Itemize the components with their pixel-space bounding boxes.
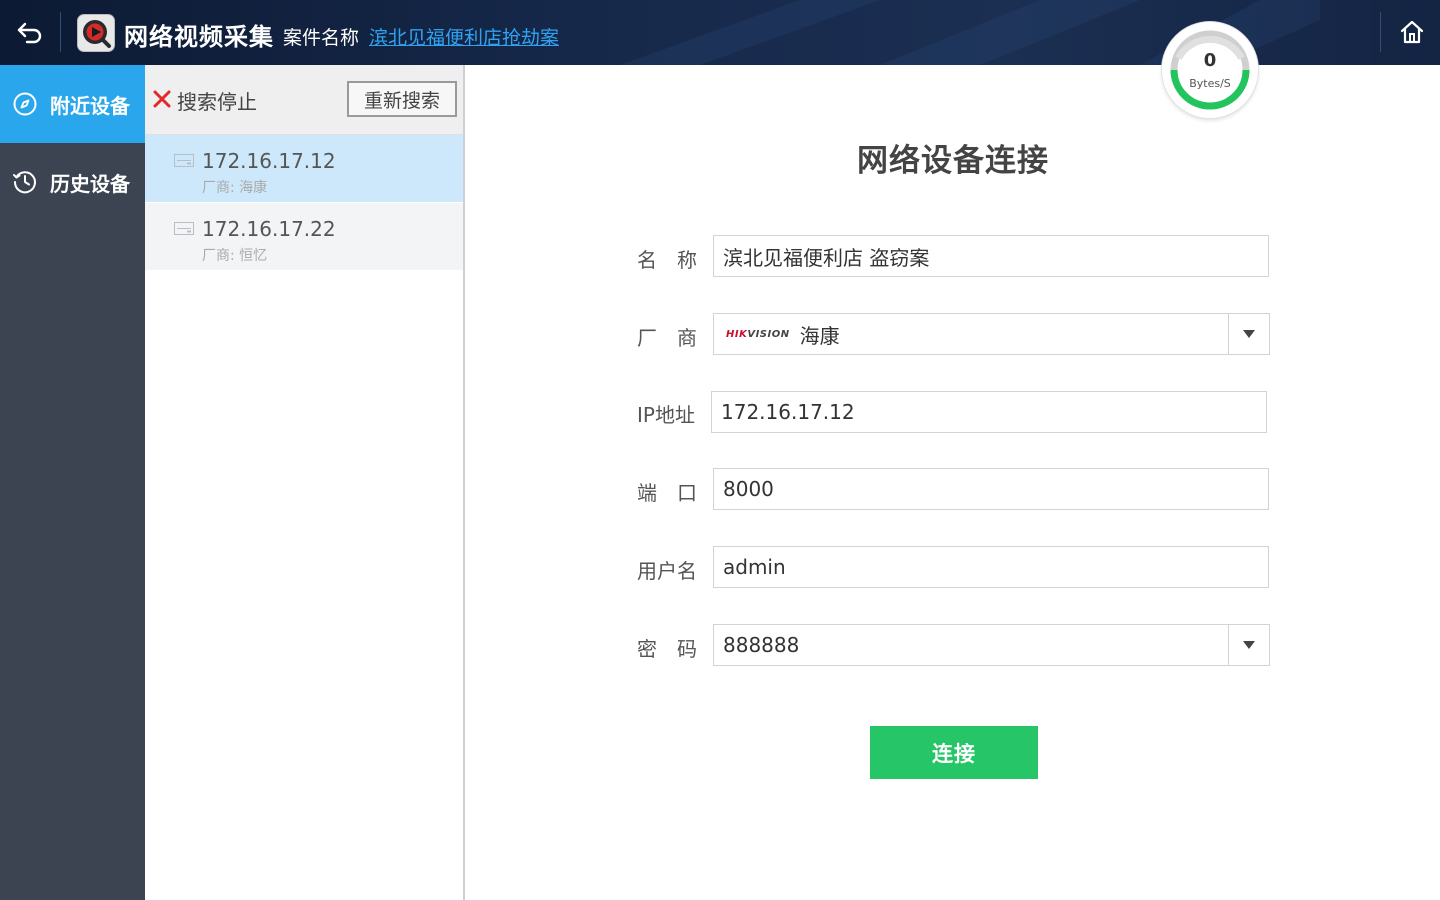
port-field[interactable]: 8000 <box>713 468 1269 510</box>
home-button[interactable] <box>1396 14 1428 50</box>
device-list-header: 搜索停止 重新搜索 <box>145 65 463 135</box>
video-camera-icon <box>83 20 111 48</box>
name-label: 名 称 <box>637 248 697 272</box>
device-list-item[interactable]: 172.16.17.22 厂商: 恒忆 <box>145 203 463 271</box>
case-name-link[interactable]: 滨北见福便利店抢劫案 <box>369 23 559 50</box>
caret-down-icon <box>1243 330 1255 338</box>
password-field[interactable]: 888888 <box>713 624 1270 666</box>
nav-item-nearby-devices[interactable]: 附近设备 <box>0 65 145 143</box>
left-nav: 附近设备 历史设备 <box>0 65 145 900</box>
home-icon <box>1400 20 1424 44</box>
search-status-label: 搜索停止 <box>177 90 257 114</box>
speed-unit: Bytes/S <box>1189 77 1231 90</box>
password-dropdown-button[interactable] <box>1228 625 1269 665</box>
hikvision-logo: HIKVISION <box>726 328 790 340</box>
compass-icon <box>12 91 38 117</box>
caret-down-icon <box>1243 641 1255 649</box>
stop-search-icon[interactable] <box>152 89 172 109</box>
device-icon <box>174 154 194 167</box>
ip-field[interactable]: 172.16.17.12 <box>711 391 1267 433</box>
connect-button[interactable]: 连接 <box>870 726 1038 779</box>
header-divider <box>60 12 61 52</box>
device-vendor: 厂商: 海康 <box>202 180 268 196</box>
ip-label: IP地址 <box>637 403 695 427</box>
password-label: 密 码 <box>637 637 697 661</box>
form-title: 网络设备连接 <box>857 143 1049 179</box>
header-divider <box>1380 12 1381 52</box>
device-list-item[interactable]: 172.16.17.12 厂商: 海康 <box>145 135 463 203</box>
vendor-value: 海康 <box>799 323 840 348</box>
device-ip: 172.16.17.22 <box>202 217 336 241</box>
device-list-panel: 搜索停止 重新搜索 172.16.17.12 厂商: 海康 172.16.17.… <box>145 65 465 900</box>
nav-item-label: 附近设备 <box>50 93 130 118</box>
app-logo <box>77 14 115 52</box>
ip-value: 172.16.17.12 <box>721 400 855 424</box>
nav-item-history-devices[interactable]: 历史设备 <box>0 143 145 221</box>
password-value: 888888 <box>723 633 800 657</box>
vendor-select[interactable]: HIKVISION 海康 <box>713 313 1270 355</box>
vendor-dropdown-button[interactable] <box>1228 314 1269 354</box>
username-value: admin <box>723 555 786 579</box>
port-value: 8000 <box>723 477 774 501</box>
research-button[interactable]: 重新搜索 <box>347 81 457 117</box>
device-icon <box>174 222 194 235</box>
app-title: 网络视频采集 <box>124 23 274 51</box>
vendor-label: 厂 商 <box>637 326 697 350</box>
device-ip: 172.16.17.12 <box>202 149 336 173</box>
back-button[interactable] <box>12 14 48 50</box>
back-arrow-icon <box>17 22 42 44</box>
history-clock-icon <box>12 169 38 195</box>
name-field[interactable]: 滨北见福便利店 盗窃案 <box>713 235 1269 277</box>
name-value: 滨北见福便利店 盗窃案 <box>723 245 930 270</box>
speed-value: 0 <box>1203 50 1217 71</box>
device-vendor: 厂商: 恒忆 <box>202 248 268 264</box>
port-label: 端 口 <box>637 481 697 505</box>
username-field[interactable]: admin <box>713 546 1269 588</box>
speed-gauge: 0 Bytes/S <box>1162 22 1258 118</box>
case-name-label: 案件名称 <box>283 27 360 49</box>
username-label: 用户名 <box>637 559 697 583</box>
nav-item-label: 历史设备 <box>50 171 130 196</box>
